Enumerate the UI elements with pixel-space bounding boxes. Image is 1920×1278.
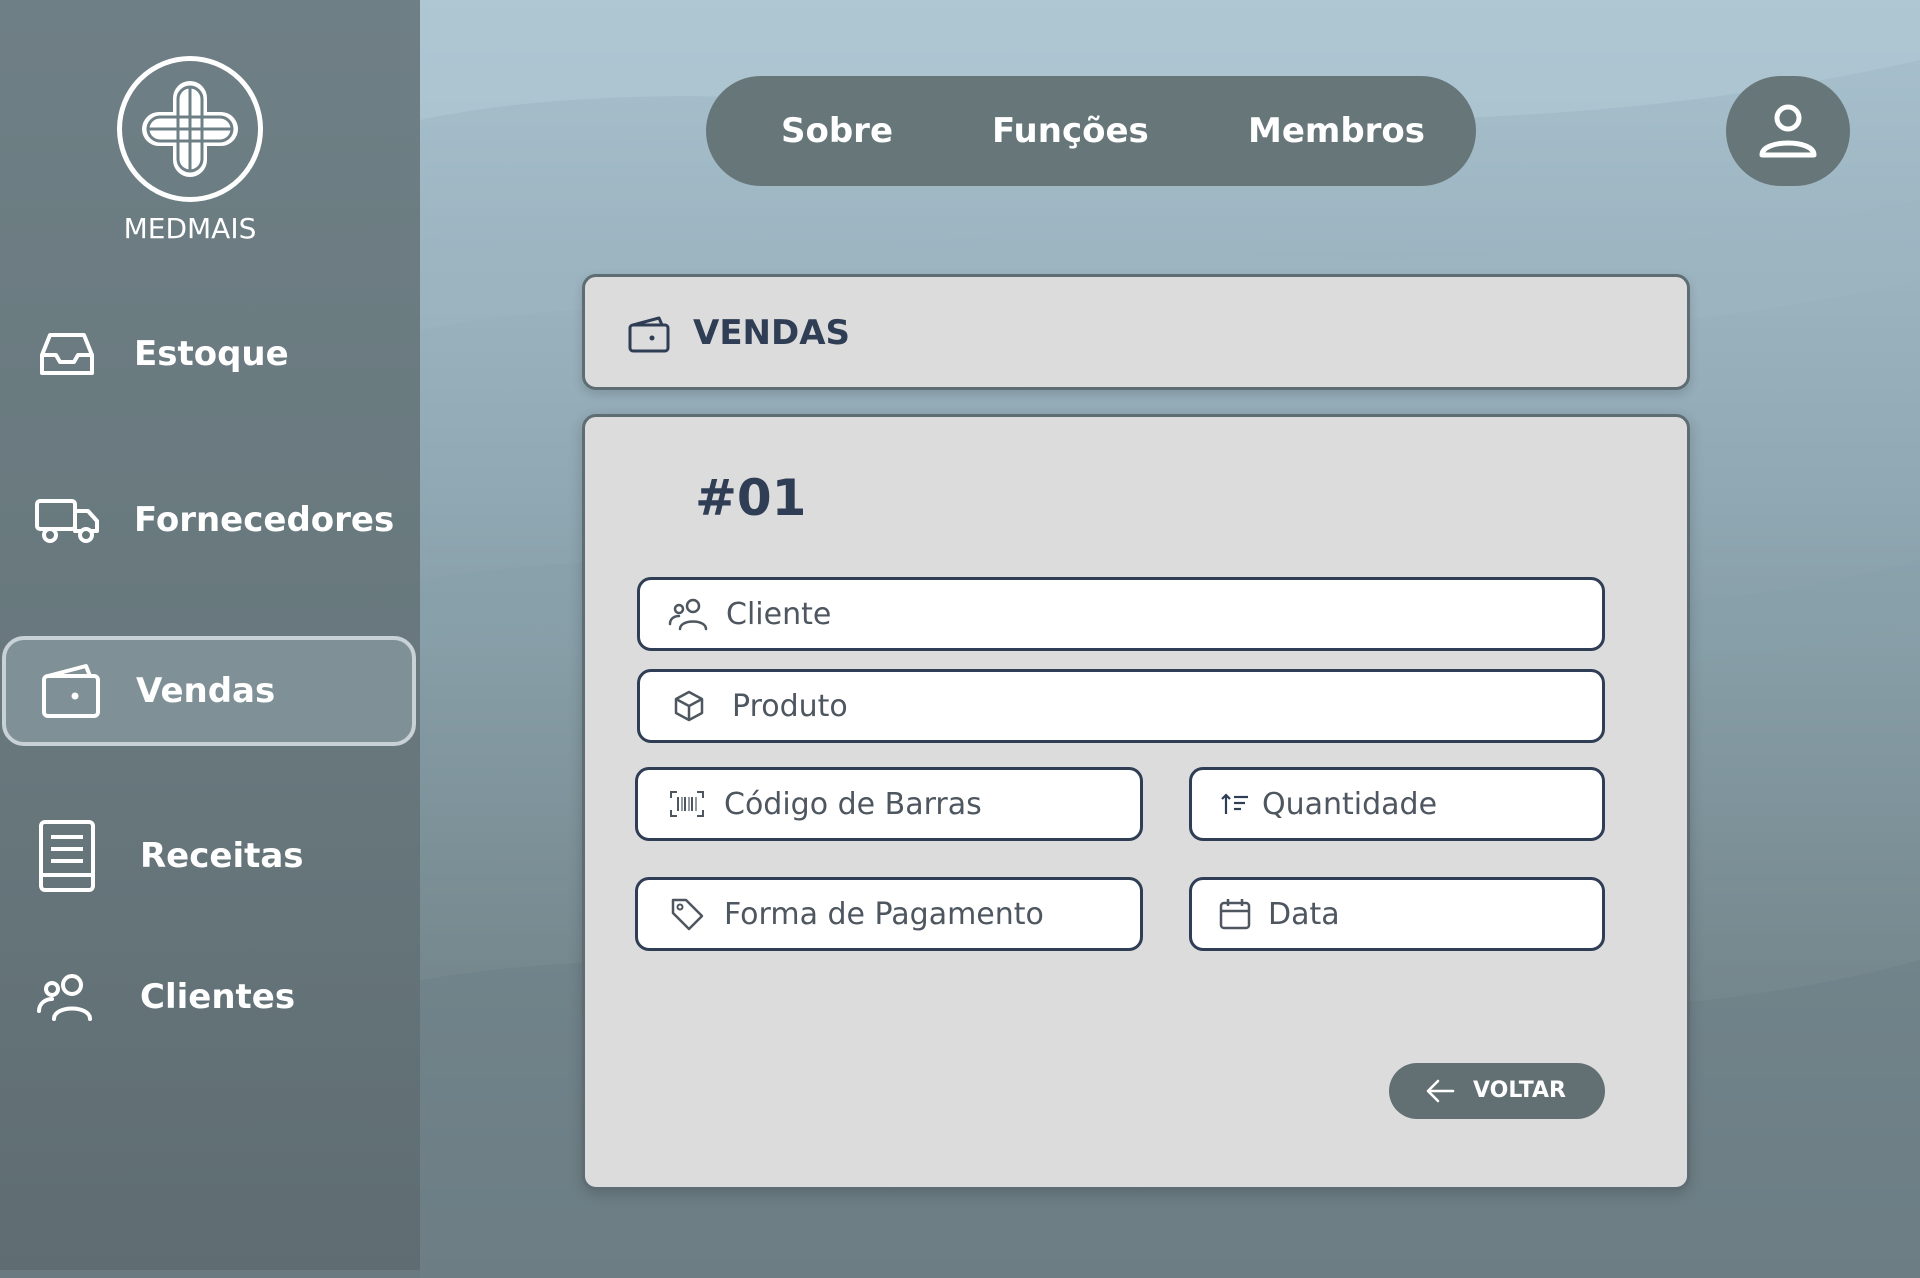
sidebar: MEDMAIS Estoque Fornecedores Vendas Rece… [0,0,420,1270]
sidebar-item-label: Clientes [140,977,296,1017]
forma-pagamento-placeholder: Forma de Pagamento [724,896,1044,932]
users-icon [668,593,710,635]
sale-form: #01 Cliente Produto Código de Barras Qua… [582,414,1690,1190]
wallet-icon [38,658,104,724]
quantidade-field[interactable]: Quantidade [1189,767,1605,841]
voltar-button[interactable]: VOLTAR [1389,1063,1605,1119]
nav-link-membros[interactable]: Membros [1248,111,1425,151]
sidebar-item-label: Fornecedores [134,500,395,540]
top-nav: Sobre Funções Membros [706,76,1476,186]
nav-link-funcoes[interactable]: Funções [992,111,1149,151]
sidebar-item-clientes[interactable]: Clientes [0,942,420,1052]
page-header: VENDAS [582,274,1690,390]
users-icon [34,964,100,1030]
calendar-icon [1214,893,1256,935]
sidebar-item-label: Vendas [136,671,276,711]
codigo-barras-placeholder: Código de Barras [724,786,982,822]
forma-pagamento-field[interactable]: Forma de Pagamento [635,877,1143,951]
logo-text: MEDMAIS [123,212,257,245]
plus-logo-icon [142,81,238,177]
user-icon [1759,104,1817,158]
sort-icon [1214,783,1256,825]
sidebar-item-fornecedores[interactable]: Fornecedores [0,465,420,575]
data-field[interactable]: Data [1189,877,1605,951]
voltar-label: VOLTAR [1473,1078,1566,1103]
sidebar-item-label: Receitas [140,836,304,876]
truck-icon [34,487,100,553]
sidebar-item-vendas[interactable]: Vendas [2,636,416,746]
page-title: VENDAS [693,313,851,353]
arrow-left-icon [1425,1077,1455,1109]
sidebar-item-estoque[interactable]: Estoque [0,299,420,409]
barcode-icon [666,783,708,825]
logo[interactable] [117,56,263,202]
tag-icon [666,893,708,935]
produto-placeholder: Produto [732,688,848,724]
cliente-placeholder: Cliente [726,596,832,632]
user-profile-button[interactable] [1726,76,1850,186]
quantidade-placeholder: Quantidade [1262,786,1438,822]
produto-field[interactable]: Produto [637,669,1605,743]
codigo-barras-field[interactable]: Código de Barras [635,767,1143,841]
order-number: #01 [695,469,807,527]
sidebar-item-label: Estoque [134,334,289,374]
cliente-field[interactable]: Cliente [637,577,1605,651]
book-icon [34,820,100,892]
nav-link-sobre[interactable]: Sobre [781,111,893,151]
wallet-icon [627,315,671,357]
box-icon [668,685,710,727]
sidebar-item-receitas[interactable]: Receitas [0,801,420,911]
data-placeholder: Data [1268,896,1340,932]
inbox-icon [34,321,100,387]
